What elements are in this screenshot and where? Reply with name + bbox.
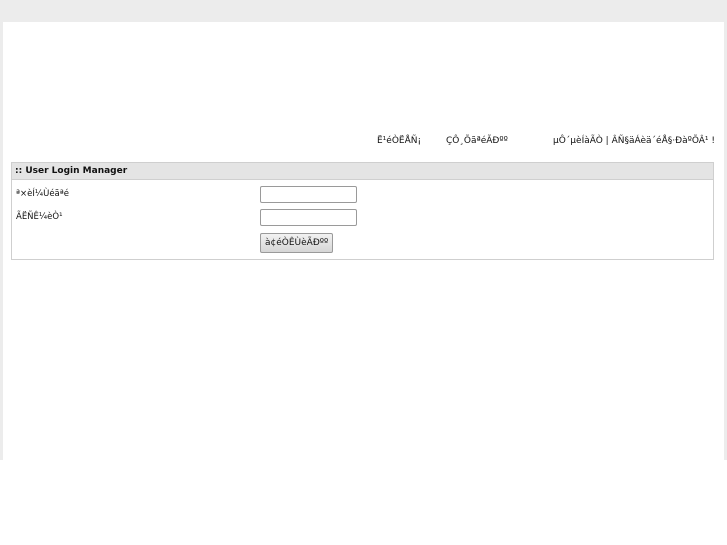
username-input[interactable] bbox=[260, 186, 357, 203]
top-nav-links: Ë¹éÒËÅÑ¡ ÇÔ¸ÕãªéÃÐºº µÔ´µèÍàÃÒ | ÂÑ§äÁèä… bbox=[0, 136, 727, 148]
nav-link-home[interactable]: Ë¹éÒËÅÑ¡ bbox=[377, 136, 421, 146]
login-submit-button[interactable]: à¢éÒÊÙèÃÐºº bbox=[260, 233, 334, 253]
browser-top-band bbox=[0, 0, 727, 22]
login-panel-title: :: User Login Manager bbox=[12, 163, 713, 180]
nav-link-contact-register[interactable]: µÔ´µèÍàÃÒ | ÂÑ§äÁèä´éÅ§·ÐàºÕÂ¹ ! bbox=[553, 136, 715, 146]
password-label: ÃËÑÊ¼èÒ¹ bbox=[16, 212, 63, 222]
nav-link-how-to-use[interactable]: ÇÔ¸ÕãªéÃÐºº bbox=[446, 136, 508, 146]
password-input[interactable] bbox=[260, 209, 357, 226]
username-label: ª×èÍ¼Ùéãªé bbox=[16, 189, 69, 199]
login-panel: :: User Login Manager ª×èÍ¼Ùéãªé ÃËÑÊ¼èÒ… bbox=[11, 162, 714, 260]
